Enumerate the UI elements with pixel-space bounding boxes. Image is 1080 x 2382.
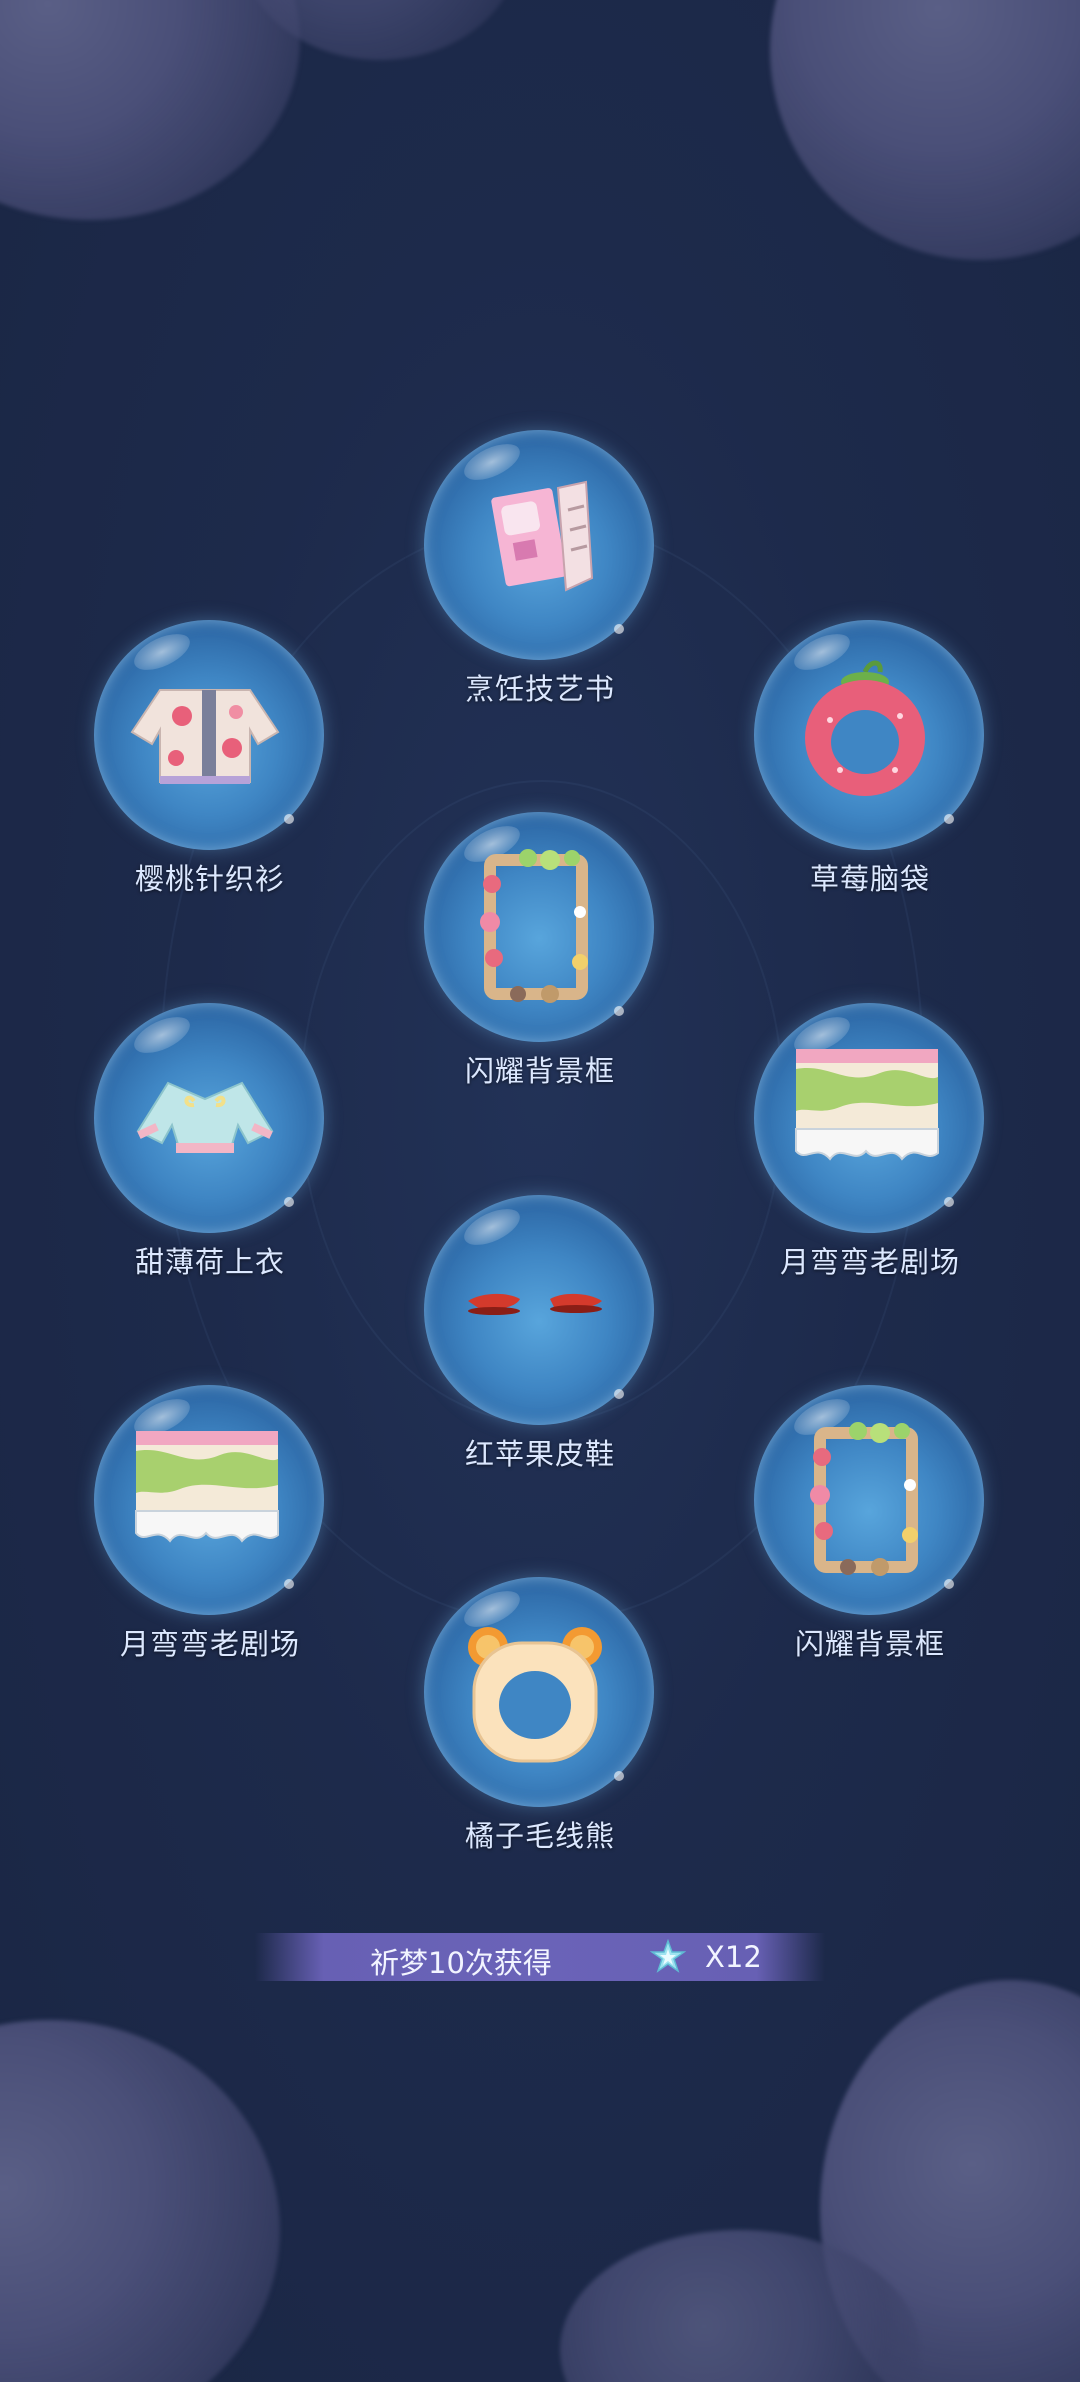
reward-name: 甜薄荷上衣 [134,1245,285,1279]
mint-top-icon [136,1081,274,1153]
theater-skirt-icon [135,1431,279,1543]
reward-item[interactable]: 草莓脑袋 [750,620,990,896]
reward-item[interactable]: 月弯弯老剧场 [750,1003,990,1279]
reward-item[interactable]: 闪耀背景框 [420,812,660,1088]
sparkle-frame-icon [480,849,588,1003]
reward-item[interactable]: 橘子毛线熊 [420,1577,660,1853]
summary-text: 祈梦10次获得 [370,1946,552,1980]
sparkle-frame-icon [810,1422,918,1576]
reward-item[interactable]: 闪耀背景框 [750,1385,990,1661]
reward-item[interactable]: 月弯弯老剧场 [90,1385,330,1661]
theater-skirt-icon [795,1049,939,1161]
cloud-decoration [0,2020,280,2382]
reward-item[interactable]: 甜薄荷上衣 [90,1003,330,1279]
reward-name: 月弯弯老剧场 [779,1245,960,1279]
reward-name: 闪耀背景框 [794,1627,945,1661]
summary-count: X12 [705,1940,762,1974]
cherry-sweater-icon [130,689,280,784]
reward-name: 橘子毛线熊 [464,1819,615,1853]
cloud-decoration [0,0,300,220]
star-crystal-icon [650,1939,686,1973]
reward-name: 月弯弯老剧场 [119,1627,300,1661]
orange-bear-hood-icon [468,1627,602,1763]
strawberry-headband-icon [805,660,925,796]
reward-screen[interactable]: 烹饪技艺书 樱桃针织衫 草莓脑袋 闪耀背景框 甜薄荷上衣 月弯弯老剧场 红苹果皮… [0,0,1080,2382]
reward-name: 草莓脑袋 [809,862,930,896]
reward-name: 红苹果皮鞋 [464,1437,615,1471]
cookbook-icon [491,480,594,592]
reward-item[interactable]: 红苹果皮鞋 [420,1195,660,1471]
reward-name: 樱桃针织衫 [134,862,285,896]
reward-name: 闪耀背景框 [464,1054,615,1088]
cloud-decoration [770,0,1080,260]
reward-item[interactable]: 烹饪技艺书 [420,430,660,706]
reward-item[interactable]: 樱桃针织衫 [90,620,330,896]
reward-name: 烹饪技艺书 [464,672,615,706]
summary-bar: 祈梦10次获得 X12 [255,1933,825,1981]
red-shoes-icon [468,1293,602,1315]
